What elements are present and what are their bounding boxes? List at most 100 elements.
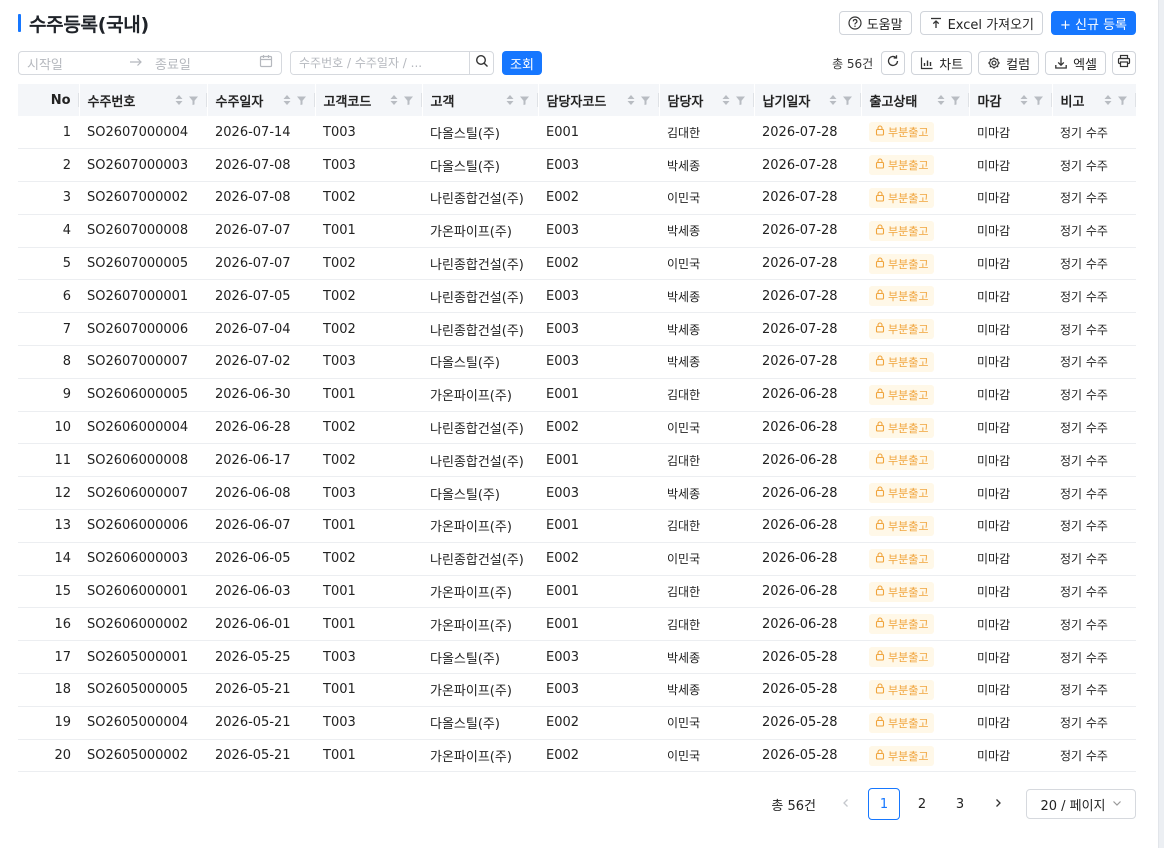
- table-row[interactable]: 4 SO2607000008 2026-07-07 T001 가온파이프(주) E003 박…: [18, 214, 1136, 248]
- next-page-button[interactable]: [982, 788, 1014, 820]
- table-row[interactable]: 1 SO2607000004 2026-07-14 T003 다올스틸(주) E001 김대…: [18, 116, 1136, 150]
- table-row[interactable]: 6 SO2607000001 2026-07-05 T002 나린종합건설(주) E003…: [18, 279, 1136, 314]
- calendar-icon[interactable]: [259, 54, 273, 72]
- column-button[interactable]: 컬럼: [978, 51, 1040, 75]
- table-cell: 부분출고: [861, 411, 969, 445]
- table-cell: 미마감: [969, 739, 1052, 773]
- column-header[interactable]: 고객코드: [315, 84, 423, 116]
- sort-icon[interactable]: [626, 94, 636, 106]
- column-header[interactable]: 비고: [1052, 84, 1137, 116]
- excel-import-button[interactable]: Excel 가져오기: [919, 11, 1043, 35]
- table-row[interactable]: 15 SO2606000001 2026-06-03 T001 가온파이프(주) E001…: [18, 575, 1136, 609]
- status-badge-label: 부분출고: [888, 749, 929, 763]
- sort-icon[interactable]: [282, 94, 292, 106]
- table-row[interactable]: 18 SO2605000005 2026-05-21 T001 가온파이프(주) E003…: [18, 673, 1136, 707]
- table-row[interactable]: 13 SO2606000006 2026-06-07 T001 가온파이프(주) E001…: [18, 509, 1136, 543]
- table-row[interactable]: 19 SO2605000004 2026-05-21 T003 다올스틸(주) E002 이…: [18, 706, 1136, 740]
- sort-icon[interactable]: [389, 94, 399, 106]
- filter-icon[interactable]: [640, 95, 651, 106]
- sort-icon[interactable]: [721, 94, 731, 106]
- filter-icon[interactable]: [735, 95, 746, 106]
- table-cell: 나린종합건설(주): [422, 542, 538, 576]
- remark-text: 정기 수주: [1060, 421, 1108, 436]
- filter-icon[interactable]: [296, 95, 307, 106]
- filter-icon[interactable]: [950, 95, 961, 106]
- table-cell: T002: [315, 542, 422, 576]
- refresh-button[interactable]: [881, 51, 906, 75]
- table-row[interactable]: 14 SO2606000003 2026-06-05 T002 나린종합건설(주) E00…: [18, 542, 1136, 576]
- sort-icon[interactable]: [505, 94, 515, 106]
- closing-status: 미마감: [977, 355, 1011, 370]
- new-register-button[interactable]: + 신규 등록: [1051, 11, 1136, 35]
- filter-icon[interactable]: [403, 95, 414, 106]
- page-2-button[interactable]: 2: [906, 788, 938, 820]
- filter-icon[interactable]: [519, 95, 530, 106]
- filter-icon[interactable]: [1033, 95, 1044, 106]
- table-cell: 미마감: [969, 509, 1052, 543]
- lock-icon: [875, 355, 885, 369]
- excel-export-button[interactable]: 엑셀: [1045, 51, 1106, 75]
- column-header[interactable]: 담당자: [659, 84, 755, 116]
- table-cell: 6: [18, 279, 79, 314]
- table-row[interactable]: 11 SO2606000008 2026-06-17 T002 나린종합건설(주) E00…: [18, 443, 1136, 478]
- help-button[interactable]: 도움말: [838, 11, 912, 35]
- remark-text: 정기 수주: [1060, 224, 1108, 239]
- filter-icon[interactable]: [1117, 95, 1128, 106]
- start-date-placeholder[interactable]: 시작일: [27, 54, 129, 73]
- sort-icon[interactable]: [828, 94, 838, 106]
- upload-icon: [929, 16, 943, 30]
- query-button[interactable]: 조회: [502, 51, 542, 75]
- page-scrollbar[interactable]: [1158, 0, 1164, 848]
- column-header-label: 수주일자: [215, 94, 264, 110]
- table-row[interactable]: 7 SO2607000006 2026-07-04 T002 나린종합건설(주) E003…: [18, 312, 1136, 347]
- column-header[interactable]: No: [18, 84, 80, 116]
- column-header[interactable]: 수주일자: [207, 84, 316, 116]
- remark-text: 정기 수주: [1060, 617, 1108, 632]
- table-row[interactable]: 5 SO2607000005 2026-07-07 T002 나린종합건설(주) E002…: [18, 247, 1136, 281]
- table-row[interactable]: 8 SO2607000007 2026-07-02 T003 다올스틸(주) E003 박세…: [18, 345, 1136, 379]
- column-header[interactable]: 고객: [422, 84, 539, 116]
- employee-name: 박세종: [667, 683, 701, 698]
- sort-icon[interactable]: [936, 94, 946, 106]
- table-cell: SO2605000004: [79, 706, 207, 740]
- table-row[interactable]: 20 SO2605000002 2026-05-21 T001 가온파이프(주) E002…: [18, 739, 1136, 773]
- table-row[interactable]: 3 SO2607000002 2026-07-08 T002 나린종합건설(주) E002…: [18, 181, 1136, 215]
- table-cell: 김대한: [659, 607, 754, 642]
- status-badge-label: 부분출고: [888, 257, 929, 271]
- column-header[interactable]: 담당자코드: [538, 84, 660, 116]
- filter-icon[interactable]: [188, 95, 199, 106]
- table-row[interactable]: 2 SO2607000003 2026-07-08 T003 다올스틸(주) E003 박세…: [18, 148, 1136, 183]
- table-row[interactable]: 10 SO2606000004 2026-06-28 T002 나린종합건설(주) E00…: [18, 411, 1136, 445]
- employee-name: 박세종: [667, 355, 701, 370]
- table-cell: T003: [315, 476, 422, 511]
- sort-icon[interactable]: [1019, 94, 1029, 106]
- table-cell: 2026-07-05: [207, 279, 315, 314]
- sort-icon[interactable]: [1103, 94, 1113, 106]
- column-header[interactable]: 납기일자: [754, 84, 862, 116]
- page-3-button[interactable]: 3: [944, 788, 976, 820]
- sort-icon[interactable]: [174, 94, 184, 106]
- column-header[interactable]: 수주번호: [79, 84, 208, 116]
- search-button[interactable]: [469, 52, 493, 74]
- table-cell: 나린종합건설(주): [422, 411, 538, 445]
- table-row[interactable]: 17 SO2605000001 2026-05-25 T003 다올스틸(주) E003 박…: [18, 640, 1136, 675]
- table-cell: 5: [18, 247, 79, 281]
- table-cell: 8: [18, 345, 79, 379]
- print-button[interactable]: [1112, 51, 1136, 75]
- remark-text: 정기 수주: [1060, 191, 1108, 206]
- page-1-button[interactable]: 1: [868, 788, 900, 820]
- date-range-picker[interactable]: 시작일 종료일: [18, 51, 282, 75]
- column-divider[interactable]: [1134, 93, 1136, 107]
- table-row[interactable]: 9 SO2606000005 2026-06-30 T001 가온파이프(주) E001 김…: [18, 378, 1136, 412]
- page-size-select[interactable]: 20 / 페이지: [1026, 789, 1136, 819]
- chart-button[interactable]: 차트: [911, 51, 973, 75]
- table-cell: 2026-06-28: [754, 575, 861, 609]
- table-row[interactable]: 12 SO2606000007 2026-06-08 T003 다올스틸(주) E003 박…: [18, 476, 1136, 511]
- filter-icon[interactable]: [842, 95, 853, 106]
- prev-page-button[interactable]: [830, 788, 862, 820]
- table-row[interactable]: 16 SO2606000002 2026-06-01 T001 가온파이프(주) E001…: [18, 607, 1136, 642]
- end-date-placeholder[interactable]: 종료일: [151, 54, 259, 73]
- column-header[interactable]: 마감: [969, 84, 1053, 116]
- search-input[interactable]: [291, 52, 469, 74]
- column-header[interactable]: 출고상태: [861, 84, 970, 116]
